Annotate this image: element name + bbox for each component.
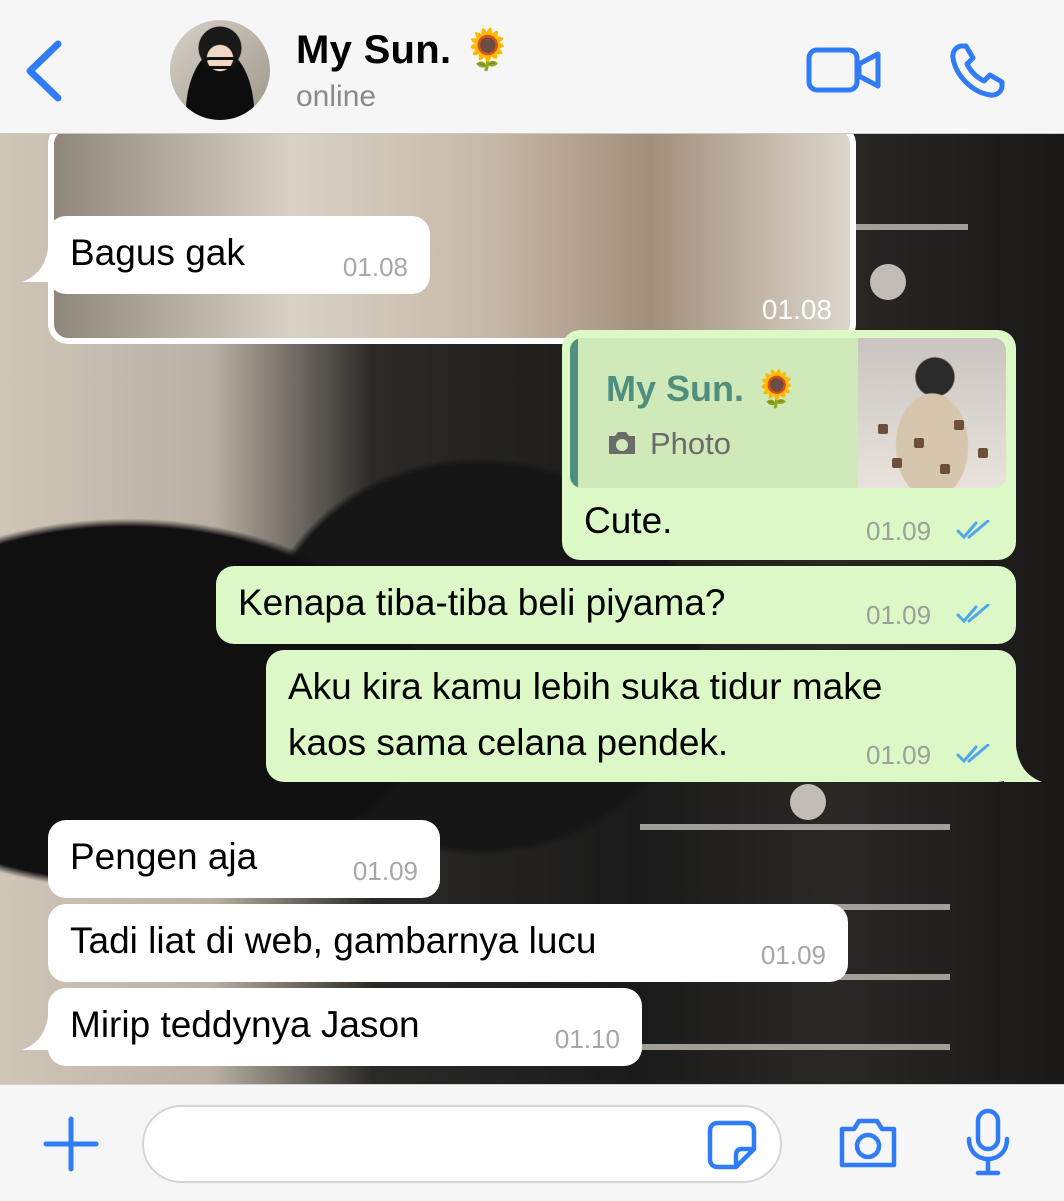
phone-icon[interactable]: [948, 42, 1006, 100]
message-input[interactable]: [142, 1105, 782, 1183]
message-text: Pengen aja: [70, 836, 258, 877]
chat-header: My Sun. 🌻 online: [0, 0, 1064, 134]
quote-thumbnail: [858, 338, 1006, 488]
contact-name[interactable]: My Sun. 🌻: [296, 26, 513, 73]
incoming-message[interactable]: Pengen aja 01.09: [48, 820, 440, 898]
camera-icon: [609, 432, 635, 454]
quote-sender: My Sun. 🌻: [606, 368, 799, 409]
read-receipt-icon: [956, 604, 990, 624]
chevron-left-icon[interactable]: [22, 38, 66, 104]
message-time: 01.08: [342, 252, 408, 282]
message-text: Kenapa tiba-tiba beli piyama?: [238, 582, 726, 623]
message-time: 01.09: [866, 516, 932, 546]
message-text: Mirip teddynya Jason: [70, 1004, 420, 1045]
message-text-line: kaos sama celana pendek.: [288, 722, 729, 763]
message-time: 01.09: [866, 740, 932, 770]
quote-label: Photo: [650, 426, 732, 461]
microphone-icon[interactable]: [964, 1107, 1012, 1179]
message-time: 01.10: [554, 1024, 620, 1054]
avatar[interactable]: [170, 20, 270, 120]
read-receipt-icon: [956, 744, 990, 764]
contact-status: online: [296, 80, 377, 113]
message-time: 01.08: [761, 294, 832, 325]
outgoing-message[interactable]: Aku kira kamu lebih suka tidur make kaos…: [266, 650, 1016, 782]
message-time: 01.09: [352, 856, 418, 886]
message-time: 01.09: [760, 940, 826, 970]
input-bar: [0, 1084, 1064, 1201]
chat-area[interactable]: 01.08 Bagus gak 01.08 My Sun. 🌻 Photo Cu…: [0, 134, 1064, 1084]
outgoing-message[interactable]: Kenapa tiba-tiba beli piyama? 01.09: [216, 566, 1016, 644]
message-time: 01.09: [866, 600, 932, 630]
incoming-message[interactable]: Bagus gak 01.08: [48, 216, 430, 294]
message-text: Cute.: [584, 500, 673, 541]
reply-quote[interactable]: My Sun. 🌻 Photo: [570, 338, 1006, 488]
sticker-icon[interactable]: [706, 1119, 758, 1171]
camera-icon[interactable]: [836, 1115, 900, 1171]
incoming-message[interactable]: Mirip teddynya Jason 01.10: [48, 988, 642, 1066]
incoming-message[interactable]: Tadi liat di web, gambarnya lucu 01.09: [48, 904, 848, 982]
read-receipt-icon: [956, 520, 990, 540]
video-camera-icon[interactable]: [806, 46, 882, 94]
message-text: Bagus gak: [70, 232, 245, 273]
plus-icon[interactable]: [42, 1115, 100, 1173]
message-text-line: Aku kira kamu lebih suka tidur make: [288, 666, 883, 707]
message-text: Tadi liat di web, gambarnya lucu: [70, 920, 597, 961]
outgoing-reply-message[interactable]: My Sun. 🌻 Photo Cute. 01.09: [562, 330, 1016, 560]
